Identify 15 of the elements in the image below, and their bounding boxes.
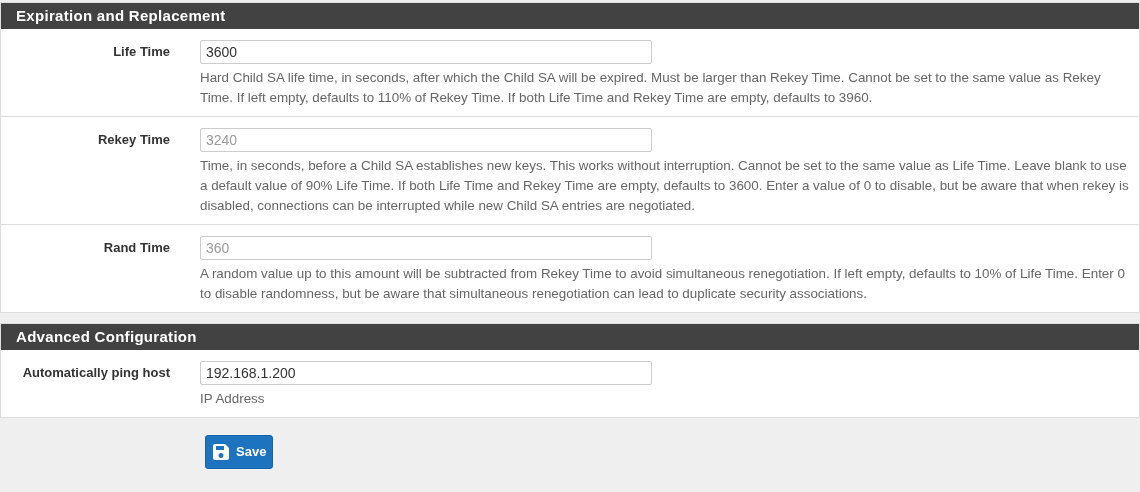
field-label: Life Time: [113, 44, 170, 59]
input-field[interactable]: 192.168.1.200: [200, 361, 652, 385]
field-label: Rand Time: [103, 240, 170, 255]
input-field[interactable]: 360: [200, 236, 652, 260]
help-text: IP Address: [200, 390, 266, 408]
field-label: Automatically ping host: [22, 365, 170, 380]
save-button[interactable]: Save: [205, 435, 274, 469]
help-text: Hard Child SA life time, in seconds, after which the Child SA will be expired. Must be larger than Rekey Time. Cannot be set to the same value as Rekey Time. If left empty, defaults to 110% of Rekey Time. If both Life Time and Rekey Time are empty, defaults to 3960.: [200, 69, 1102, 107]
section-header: Advanced Configuration: [1, 324, 1139, 350]
help-text: Time, in seconds, before a Child SA establishes new keys. This works without interruption. Cannot be set to the same value as Life Time. Leave blank to use a default value of 90% Life Time. If both Life Time and Rekey Time are empty, defaults to 3600. Enter a value of 0 to disable, but be aware that when rekey is disabled, connections can be interrupted while new Child SA entries are negotiated.: [200, 157, 1130, 215]
input-field[interactable]: 3240: [200, 128, 652, 152]
field-label: Rekey Time: [97, 132, 170, 147]
section-header: Expiration and Replacement: [1, 3, 1139, 29]
help-text: A random value up to this amount will be subtracted from Rekey Time to avoid simultaneous renegotiation. If left empty, defaults to 10% of Life Time. Enter 0 to disable randomness, but be aware that simultaneous renegotiation can lead to duplicate security associations.: [200, 265, 1126, 303]
input-field[interactable]: 3600: [200, 40, 652, 64]
